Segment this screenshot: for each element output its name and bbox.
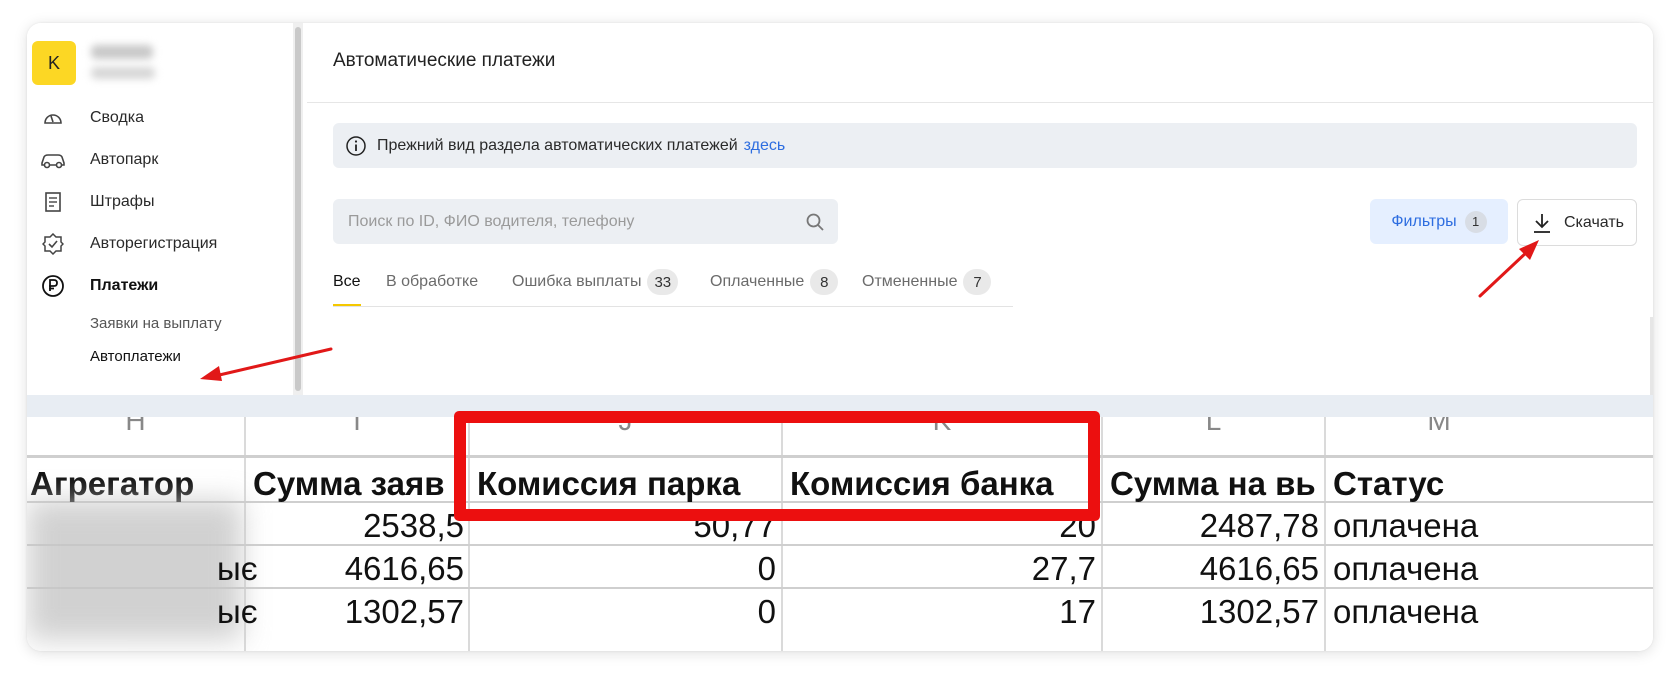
header-divider — [307, 102, 1653, 103]
avatar[interactable]: K — [32, 41, 76, 85]
scrollbar-thumb[interactable] — [295, 27, 301, 391]
cell-payout-sum[interactable]: 2487,78 — [1103, 507, 1319, 545]
document-icon — [40, 189, 66, 215]
sidebar-item-fleet[interactable]: Автопарк — [27, 140, 287, 180]
sidebar-item-label: Автопарк — [90, 151, 159, 168]
header-cell[interactable]: Сумма на вь — [1110, 465, 1322, 503]
status-tabs: Все В обработке Ошибка выплаты 33 Оплачен… — [333, 263, 1013, 307]
car-icon — [40, 147, 66, 173]
filters-count-badge: 1 — [1464, 210, 1487, 233]
tab-all[interactable]: Все — [333, 273, 361, 306]
cell-status[interactable]: оплачена — [1333, 507, 1478, 545]
cell-request-sum[interactable]: 4616,65 — [246, 550, 464, 588]
cell-status[interactable]: оплачена — [1333, 593, 1478, 631]
filters-label: Фильтры — [1391, 212, 1457, 230]
sidebar-item-label: Сводка — [90, 109, 145, 126]
tab-label: Отмененные — [862, 273, 958, 290]
sidebar-scrollbar[interactable] — [293, 23, 303, 395]
cell-payout-sum[interactable]: 4616,65 — [1103, 550, 1319, 588]
sidebar-item-payments[interactable]: Платежи — [27, 266, 287, 306]
cell-bank-commission[interactable]: 27,7 — [783, 550, 1096, 588]
tab-count-badge: 33 — [647, 269, 679, 295]
main-scrollbar[interactable] — [1650, 317, 1653, 395]
sidebar-item-label: Авторегистрация — [90, 235, 218, 252]
main-content: Автоматические платежи Прежний вид разде… — [307, 23, 1653, 395]
info-icon — [345, 135, 367, 157]
sidebar-item-label: Платежи — [90, 277, 159, 294]
tab-count-badge: 7 — [963, 269, 992, 295]
tab-label: Все — [333, 273, 361, 290]
cell-status[interactable]: оплачена — [1333, 550, 1478, 588]
notice-text: Прежний вид раздела автоматических плате… — [377, 136, 738, 154]
tab-label: Оплаченные — [710, 273, 805, 290]
sidebar-item-fines[interactable]: Штрафы — [27, 182, 287, 222]
sidebar-subitem-autopayments[interactable]: Автоплатежи — [90, 348, 181, 365]
gauge-icon — [40, 105, 66, 131]
ruble-icon — [40, 273, 66, 299]
tab-paid[interactable]: Оплаченные 8 — [710, 269, 839, 306]
tab-label: Ошибка выплаты — [512, 273, 642, 290]
notice-banner: Прежний вид раздела автоматических плате… — [333, 123, 1637, 168]
sidebar-subitem-payout-requests[interactable]: Заявки на выплату — [90, 315, 222, 332]
header-cell[interactable]: Сумма заяв — [253, 465, 466, 503]
page-title: Автоматические платежи — [333, 50, 556, 71]
tab-count-badge: 8 — [810, 269, 839, 295]
screenshot-card: K Сводка Автопарк Штрафы Авторегистрация… — [27, 23, 1653, 651]
tab-processing[interactable]: В обработке — [386, 273, 478, 306]
download-label: Скачать — [1564, 213, 1624, 231]
cell-park-commission[interactable]: 0 — [470, 593, 776, 631]
sidebar-item-autoregistration[interactable]: Авторегистрация — [27, 224, 287, 264]
tab-payout-error[interactable]: Ошибка выплаты 33 — [512, 269, 679, 306]
highlight-rectangle — [454, 411, 1100, 521]
column-letter: M — [1427, 417, 1451, 436]
search-input[interactable] — [333, 199, 803, 244]
blurred-user-name — [91, 45, 153, 59]
cell-request-sum[interactable]: 1302,57 — [246, 593, 464, 631]
cell-payout-sum[interactable]: 1302,57 — [1103, 593, 1319, 631]
notice-link[interactable]: здесь — [744, 137, 786, 155]
header-cell[interactable]: Агрегатор — [30, 465, 194, 503]
badge-check-icon — [40, 231, 66, 257]
header-cell[interactable]: Статус — [1333, 465, 1444, 503]
blurred-user-subtitle — [91, 67, 155, 79]
column-letter: I — [353, 417, 361, 436]
search-box — [333, 199, 838, 244]
filters-button[interactable]: Фильтры 1 — [1370, 199, 1508, 244]
sidebar: K Сводка Автопарк Штрафы Авторегистрация… — [27, 23, 289, 395]
download-button[interactable]: Скачать — [1517, 199, 1637, 246]
sidebar-item-summary[interactable]: Сводка — [27, 98, 287, 138]
tab-label: В обработке — [386, 273, 479, 290]
column-letter: H — [125, 417, 146, 436]
sidebar-item-label: Штрафы — [90, 193, 155, 210]
blurred-aggregator-cells — [27, 500, 242, 640]
download-icon — [1530, 211, 1554, 235]
column-letter: L — [1205, 417, 1222, 436]
search-icon[interactable] — [804, 211, 826, 233]
cell-request-sum[interactable]: 2538,5 — [246, 507, 464, 545]
cell-bank-commission[interactable]: 17 — [783, 593, 1096, 631]
tab-cancelled[interactable]: Отмененные 7 — [862, 269, 992, 306]
cell-park-commission[interactable]: 0 — [470, 550, 776, 588]
